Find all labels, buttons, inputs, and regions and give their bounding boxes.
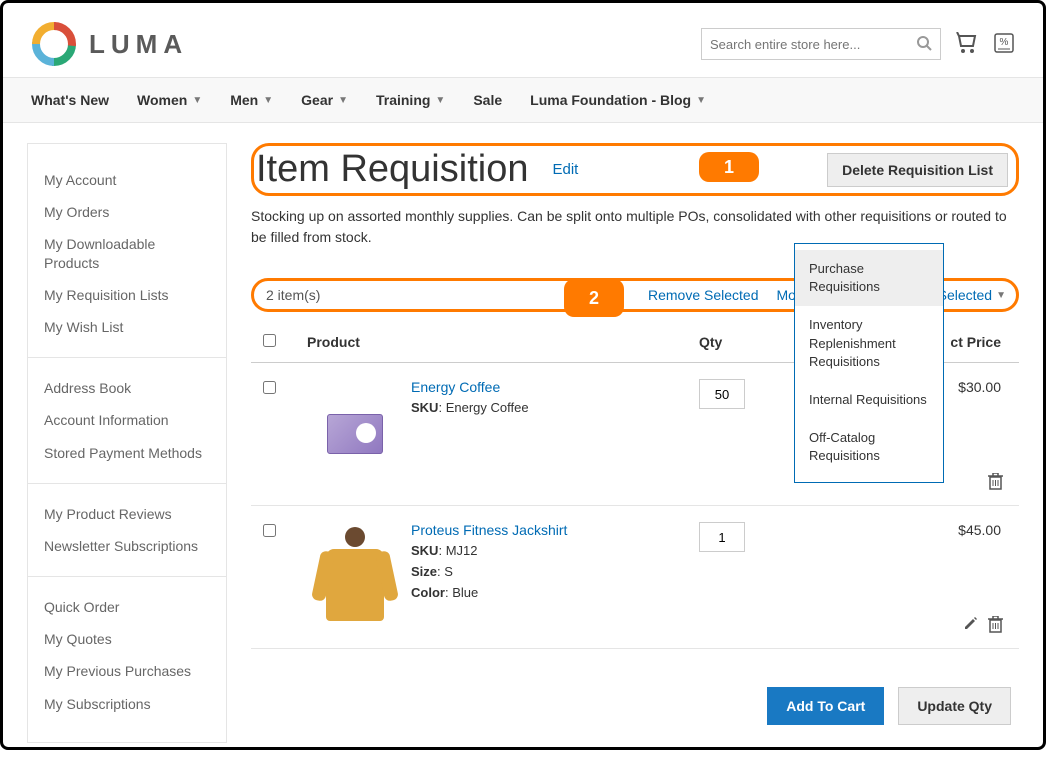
product-meta: SKU: MJ12 Size: S Color: Blue (411, 541, 567, 603)
edit-icon[interactable] (963, 616, 978, 638)
chevron-down-icon: ▼ (338, 95, 348, 106)
chevron-down-icon: ▼ (996, 290, 1006, 301)
trash-icon[interactable] (988, 616, 1003, 638)
svg-text:%: % (1000, 37, 1009, 48)
col-product: Product (303, 334, 699, 350)
search-icon[interactable] (916, 35, 932, 54)
col-qty: Qty (699, 334, 769, 350)
dropdown-item-purchase[interactable]: Purchase Requisitions (795, 250, 943, 306)
edit-link[interactable]: Edit (552, 161, 578, 178)
table-row: Proteus Fitness Jackshirt SKU: MJ12 Size… (251, 506, 1019, 649)
add-to-cart-button[interactable]: Add To Cart (767, 687, 884, 725)
update-qty-button[interactable]: Update Qty (898, 687, 1011, 725)
nav-sale[interactable]: Sale (473, 92, 502, 108)
trash-icon[interactable] (988, 473, 1003, 495)
nav-blog[interactable]: Luma Foundation - Blog ▼ (530, 92, 706, 108)
nav-label: Gear (301, 92, 333, 108)
nav-gear[interactable]: Gear ▼ (301, 92, 348, 108)
move-selected-dropdown: Purchase Requisitions Inventory Replenis… (794, 243, 944, 483)
nav-label: Women (137, 92, 187, 108)
footer-buttons: Add To Cart Update Qty (251, 687, 1019, 725)
header-right: % (701, 28, 1015, 60)
callout-1: 1 (699, 152, 759, 182)
product-name-link[interactable]: Proteus Fitness Jackshirt (411, 522, 567, 538)
sidebar: My Account My Orders My Downloadable Pro… (27, 143, 227, 743)
product-image (307, 522, 403, 632)
logo-icon (31, 21, 77, 67)
sidebar-my-orders[interactable]: My Orders (44, 196, 210, 228)
page-description: Stocking up on assorted monthly supplies… (251, 206, 1011, 248)
row-actions (963, 616, 1003, 638)
sidebar-newsletter[interactable]: Newsletter Subscriptions (44, 530, 210, 562)
select-all-checkbox[interactable] (263, 334, 276, 347)
chevron-down-icon: ▼ (192, 95, 202, 106)
qty-input[interactable] (699, 522, 745, 552)
chevron-down-icon: ▼ (696, 95, 706, 106)
dropdown-item-inventory[interactable]: Inventory Replenishment Requisitions (795, 306, 943, 381)
qty-input[interactable] (699, 379, 745, 409)
remove-selected-link[interactable]: Remove Selected (648, 287, 759, 303)
chevron-down-icon: ▼ (435, 95, 445, 106)
sidebar-previous-purchases[interactable]: My Previous Purchases (44, 655, 210, 687)
logo-text: LUMA (89, 29, 188, 60)
price-value: $30.00 (958, 379, 1001, 395)
sidebar-downloadable[interactable]: My Downloadable Products (44, 228, 210, 278)
sidebar-wish-list[interactable]: My Wish List (44, 311, 210, 343)
sidebar-my-account[interactable]: My Account (44, 164, 210, 196)
nav-men[interactable]: Men ▼ (230, 92, 273, 108)
nav-training[interactable]: Training ▼ (376, 92, 445, 108)
delete-requisition-button[interactable]: Delete Requisition List (827, 153, 1008, 187)
sidebar-my-subscriptions[interactable]: My Subscriptions (44, 688, 210, 720)
nav-label: Luma Foundation - Blog (530, 92, 691, 108)
search-input[interactable] (710, 37, 916, 52)
dropdown-item-offcatalog[interactable]: Off-Catalog Requisitions (795, 419, 943, 475)
sidebar-my-quotes[interactable]: My Quotes (44, 623, 210, 655)
nav-bar: What's New Women ▼ Men ▼ Gear ▼ Training ▼ S… (3, 77, 1043, 123)
price-value: $45.00 (958, 522, 1001, 538)
nav-women[interactable]: Women ▼ (137, 92, 202, 108)
search-box[interactable] (701, 28, 941, 60)
header: LUMA % (3, 3, 1043, 77)
sidebar-address-book[interactable]: Address Book (44, 372, 210, 404)
dropdown-item-internal[interactable]: Internal Requisitions (795, 381, 943, 419)
cart-icon[interactable] (955, 32, 979, 57)
nav-label: Sale (473, 92, 502, 108)
chevron-down-icon: ▼ (263, 95, 273, 106)
sidebar-stored-payment[interactable]: Stored Payment Methods (44, 437, 210, 469)
product-image (307, 379, 403, 489)
page-title: Item Requisition (254, 148, 528, 191)
nav-label: What's New (31, 92, 109, 108)
sidebar-requisition-lists[interactable]: My Requisition Lists (44, 279, 210, 311)
row-actions (988, 473, 1003, 495)
compare-icon[interactable]: % (993, 32, 1015, 57)
item-count: 2 item(s) (266, 287, 320, 303)
title-row: Item Requisition Edit 1 Delete Requisiti… (251, 143, 1019, 196)
row-checkbox[interactable] (263, 524, 276, 537)
sidebar-product-reviews[interactable]: My Product Reviews (44, 498, 210, 530)
callout-2: 2 (564, 279, 624, 317)
nav-label: Training (376, 92, 430, 108)
logo[interactable]: LUMA (31, 21, 188, 67)
nav-whats-new[interactable]: What's New (31, 92, 109, 108)
row-checkbox[interactable] (263, 381, 276, 394)
product-meta: SKU: Energy Coffee (411, 398, 529, 419)
product-name-link[interactable]: Energy Coffee (411, 379, 529, 395)
sidebar-account-info[interactable]: Account Information (44, 404, 210, 436)
sidebar-quick-order[interactable]: Quick Order (44, 591, 210, 623)
nav-label: Men (230, 92, 258, 108)
